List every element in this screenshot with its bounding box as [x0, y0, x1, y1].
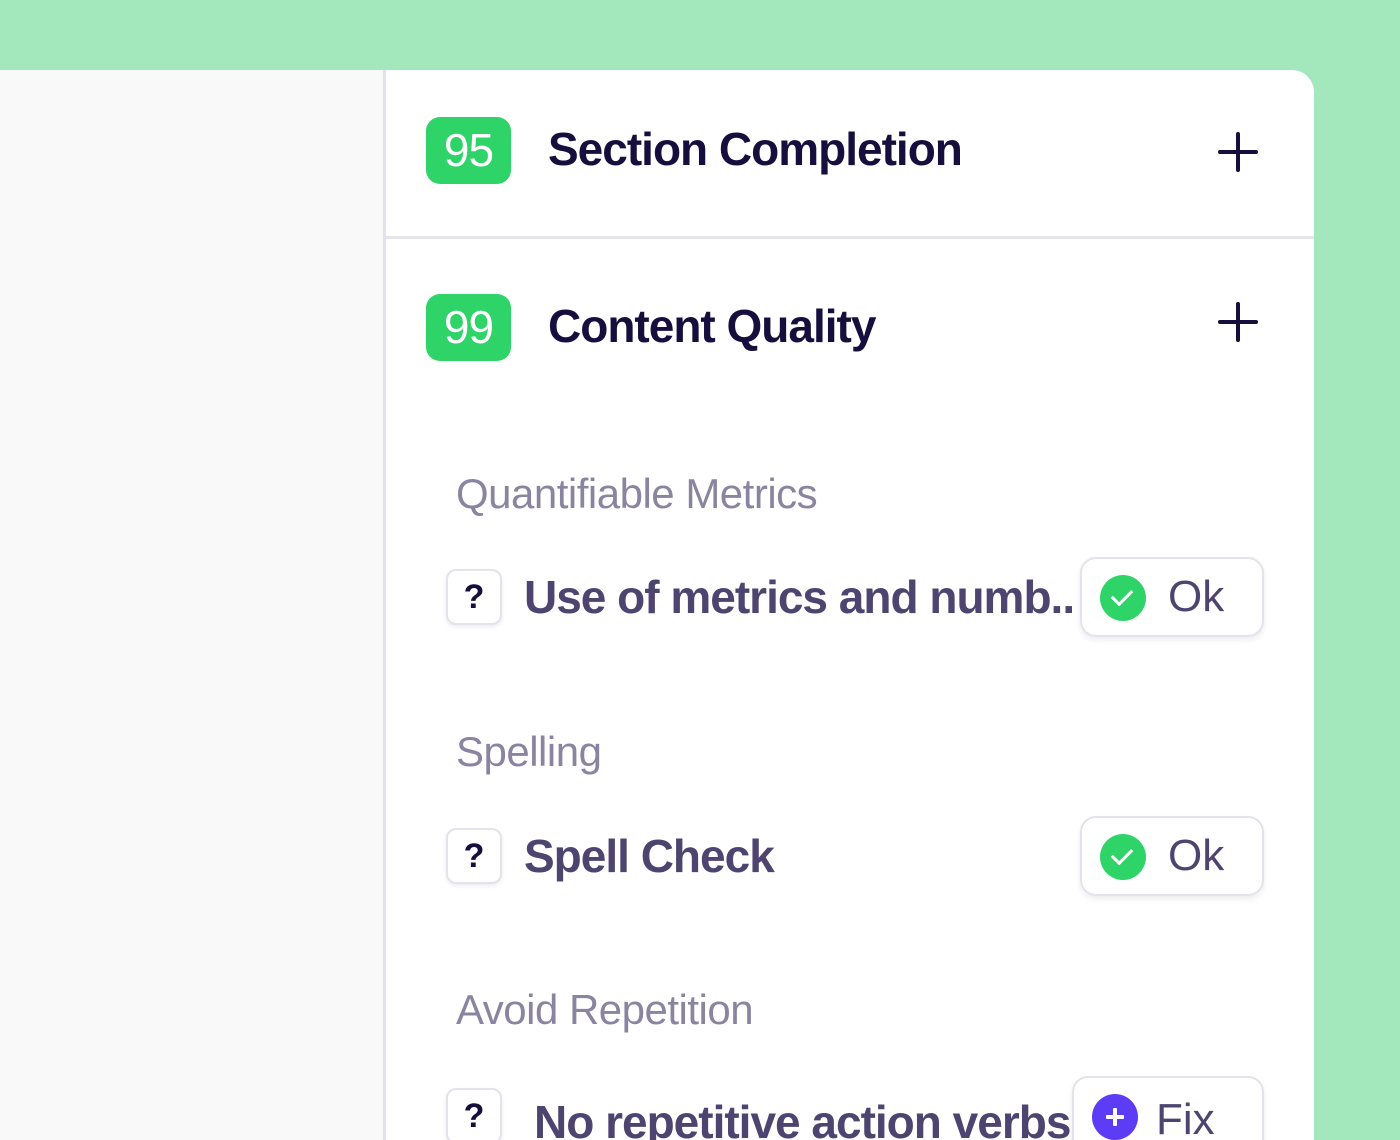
section-title: Section Completion: [548, 123, 963, 175]
fix-button[interactable]: Fix: [1072, 1076, 1264, 1140]
section-divider: [386, 236, 1314, 239]
check-label: Spell Check: [524, 830, 775, 882]
check-row-spell-check: ? Spell Check Ok: [446, 816, 1264, 898]
status-text: Ok: [1168, 572, 1225, 621]
check-row-repetition: ? No repetitive action verbs Fix: [446, 1076, 1264, 1140]
group-heading-quantifiable-metrics: Quantifiable Metrics: [456, 470, 818, 517]
ok-status-button[interactable]: Ok: [1080, 557, 1264, 637]
expand-plus-icon[interactable]: [1218, 302, 1258, 342]
group-heading-spelling: Spelling: [456, 728, 602, 775]
check-label: No repetitive action verbs: [534, 1086, 1071, 1140]
status-text: Fix: [1156, 1095, 1215, 1140]
section-title: Content Quality: [548, 300, 876, 352]
expand-plus-icon[interactable]: [1218, 132, 1258, 172]
help-question-icon[interactable]: ?: [446, 828, 502, 884]
plus-circle-icon: [1092, 1094, 1138, 1140]
score-badge: 95: [426, 117, 511, 184]
check-circle-icon: [1100, 575, 1146, 621]
section-header-completion[interactable]: 95 Section Completion: [386, 110, 1314, 190]
check-circle-icon: [1100, 834, 1146, 880]
ok-status-button[interactable]: Ok: [1080, 816, 1264, 896]
help-question-icon[interactable]: ?: [446, 569, 502, 625]
score-badge: 99: [426, 294, 511, 361]
status-text: Ok: [1168, 831, 1225, 880]
left-pane: [0, 70, 383, 1140]
action-verbs-link[interactable]: action verbs: [811, 1096, 1071, 1140]
score-panel: 95 Section Completion 99 Content Quality…: [386, 70, 1314, 1140]
group-heading-avoid-repetition: Avoid Repetition: [456, 986, 754, 1033]
check-label: Use of metrics and numb..: [524, 571, 1075, 623]
check-row-metrics: ? Use of metrics and numb.. Ok: [446, 557, 1264, 639]
check-label-prefix: No repetitive: [534, 1096, 812, 1140]
section-header-content-quality[interactable]: 99 Content Quality: [386, 287, 1314, 367]
help-question-icon[interactable]: ?: [446, 1088, 502, 1140]
